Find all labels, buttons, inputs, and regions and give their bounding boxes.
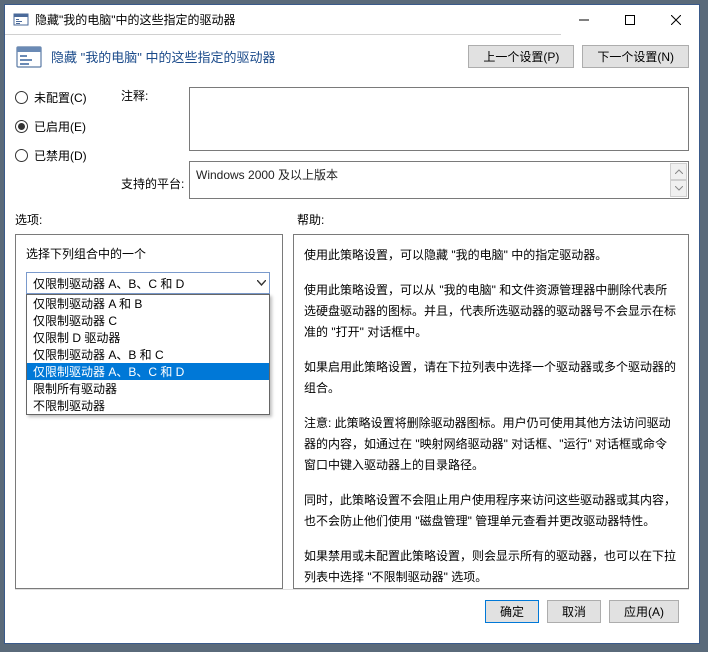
close-button[interactable] [653, 5, 699, 35]
combo-option[interactable]: 仅限制驱动器 C [27, 312, 269, 329]
ok-button[interactable]: 确定 [485, 600, 539, 623]
comment-label: 注释: [121, 87, 189, 105]
window-title: 隐藏"我的电脑"中的这些指定的驱动器 [35, 11, 561, 28]
policy-large-icon [15, 43, 43, 71]
chevron-down-icon[interactable] [252, 272, 270, 294]
next-setting-button[interactable]: 下一个设置(N) [582, 45, 689, 68]
supported-platforms: Windows 2000 及以上版本 [189, 161, 689, 199]
supported-label: 支持的平台: [121, 175, 189, 193]
scroll-down-icon[interactable] [670, 180, 687, 197]
help-panel: 使用此策略设置，可以隐藏 "我的电脑" 中的指定驱动器。 使用此策略设置，可以从… [293, 234, 689, 589]
combo-option[interactable]: 不限制驱动器 [27, 397, 269, 414]
radio-enabled[interactable]: 已启用(E) [15, 118, 115, 135]
help-text: 如果禁用或未配置此策略设置，则会显示所有的驱动器，也可以在下拉列表中选择 "不限… [304, 546, 678, 588]
policy-name: 隐藏 "我的电脑" 中的这些指定的驱动器 [51, 43, 468, 66]
options-label: 选项: [15, 211, 277, 228]
help-text: 使用此策略设置，可以隐藏 "我的电脑" 中的指定驱动器。 [304, 245, 678, 266]
combo-option[interactable]: 仅限制 D 驱动器 [27, 329, 269, 346]
help-label: 帮助: [297, 211, 324, 228]
titlebar: 隐藏"我的电脑"中的这些指定的驱动器 [5, 5, 699, 35]
combo-option[interactable]: 限制所有驱动器 [27, 380, 269, 397]
scroll-up-icon[interactable] [670, 163, 687, 180]
radio-disabled[interactable]: 已禁用(D) [15, 147, 115, 164]
combo-selected: 仅限制驱动器 A、B、C 和 D [33, 275, 184, 292]
help-text: 使用此策略设置，可以从 "我的电脑" 和文件资源管理器中删除代表所选硬盘驱动器的… [304, 280, 678, 343]
comment-input[interactable] [189, 87, 689, 151]
cancel-button[interactable]: 取消 [547, 600, 601, 623]
help-text: 注意: 此策略设置将删除驱动器图标。用户仍可使用其他方法访问驱动器的内容，如通过… [304, 413, 678, 476]
drive-dropdown: 仅限制驱动器 A 和 B 仅限制驱动器 C 仅限制 D 驱动器 仅限制驱动器 A… [26, 294, 270, 415]
dialog-window: 隐藏"我的电脑"中的这些指定的驱动器 [4, 4, 700, 644]
options-prompt: 选择下列组合中的一个 [26, 245, 272, 262]
combo-option[interactable]: 仅限制驱动器 A 和 B [27, 295, 269, 312]
combo-option[interactable]: 仅限制驱动器 A、B、C 和 D [27, 363, 269, 380]
prev-setting-button[interactable]: 上一个设置(P) [468, 45, 574, 68]
radio-not-configured[interactable]: 未配置(C) [15, 89, 115, 106]
apply-button[interactable]: 应用(A) [609, 600, 679, 623]
help-text: 如果启用此策略设置，请在下拉列表中选择一个驱动器或多个驱动器的组合。 [304, 357, 678, 399]
minimize-button[interactable] [561, 5, 607, 35]
drive-combo[interactable]: 仅限制驱动器 A、B、C 和 D 仅限制驱动器 A 和 B 仅限制驱动器 C 仅… [26, 272, 270, 294]
options-panel: 选择下列组合中的一个 仅限制驱动器 A、B、C 和 D 仅限制驱动器 A 和 B… [15, 234, 283, 589]
maximize-button[interactable] [607, 5, 653, 35]
help-text: 同时，此策略设置不会阻止用户使用程序来访问这些驱动器或其内容，也不会防止他们使用… [304, 490, 678, 532]
combo-option[interactable]: 仅限制驱动器 A、B 和 C [27, 346, 269, 363]
policy-icon [13, 12, 29, 28]
